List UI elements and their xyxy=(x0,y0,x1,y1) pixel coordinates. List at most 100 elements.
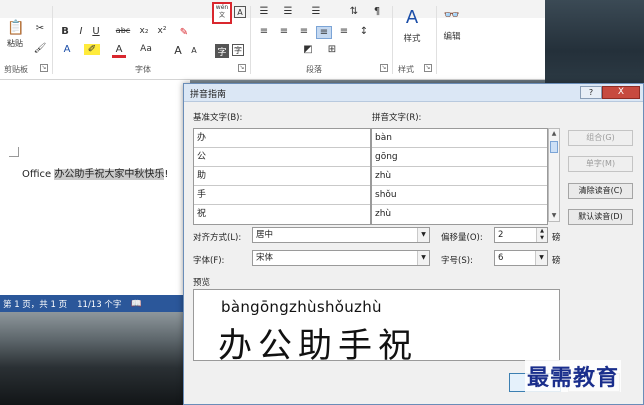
format-painter-icon[interactable]: 🖌 xyxy=(34,42,47,54)
base-text-field[interactable]: 公 xyxy=(194,148,370,167)
ruby-text-field[interactable]: zhù xyxy=(372,167,547,186)
status-bar: 第 1 页，共 1 页 11/13 个字 📖 xyxy=(0,295,190,312)
size-value: 6 xyxy=(498,253,504,263)
justify-icon[interactable]: ≡ xyxy=(316,26,332,39)
align-left-icon[interactable]: ≡ xyxy=(256,26,272,37)
character-border-icon[interactable]: A xyxy=(234,6,246,18)
phonetic-guide-dialog: 拼音指南 ? X 基准文字(B): 拼音文字(R): 办 公 助 手 祝 bàn… xyxy=(183,83,644,405)
ribbon: 📋 粘贴 ✂ 🖌 剪贴板 ↘ B I U abc x₂ x² ✎ A ✐ A A… xyxy=(0,0,545,80)
margin-corner-mark xyxy=(9,147,19,157)
superscript-button[interactable]: x² xyxy=(156,26,168,36)
paste-icon[interactable]: 📋 xyxy=(4,18,28,38)
group-clipboard-label: 剪贴板 xyxy=(4,65,28,74)
doc-text-prefix: Office xyxy=(22,169,55,180)
ruby-text-list: bàn gōng zhù shǒu zhù xyxy=(371,128,548,225)
group-separator xyxy=(52,6,53,74)
binoculars-icon[interactable]: 👓 xyxy=(442,6,462,24)
alignment-select[interactable]: 居中 ▼ xyxy=(252,227,430,243)
styles-launcher-icon[interactable]: ↘ xyxy=(424,64,432,72)
base-text-list: 办 公 助 手 祝 xyxy=(193,128,371,225)
base-text-field[interactable]: 手 xyxy=(194,186,370,205)
underline-button[interactable]: U xyxy=(91,26,101,37)
offset-unit: 磅 xyxy=(552,233,561,243)
dialog-titlebar[interactable]: 拼音指南 ? X xyxy=(184,84,643,102)
character-shading-icon[interactable]: 字 xyxy=(215,44,229,58)
highlight-icon[interactable]: ✐ xyxy=(84,44,100,55)
default-reading-button[interactable]: 默认读音(D) xyxy=(568,209,633,225)
document-text-line[interactable]: Office 办公助手祝大家中秋快乐! xyxy=(22,165,168,180)
clear-reading-button[interactable]: 清除读音(C) xyxy=(568,183,633,199)
watermark-logo: 最需教育 xyxy=(525,360,622,392)
ruby-text-header: 拼音文字(R): xyxy=(372,113,422,123)
align-center-icon[interactable]: ≡ xyxy=(276,26,292,37)
close-button[interactable]: X xyxy=(602,86,640,99)
strikethrough-button[interactable]: abc xyxy=(114,26,132,35)
shading-icon[interactable]: ◩ xyxy=(300,44,316,55)
status-page-count[interactable]: 第 1 页，共 1 页 xyxy=(3,298,67,310)
scroll-thumb[interactable] xyxy=(550,141,558,153)
chevron-down-icon[interactable]: ▼ xyxy=(417,251,429,265)
preview-box: bàngōngzhùshǒuzhù 办公助手祝 xyxy=(193,289,560,366)
preview-text: 办公助手祝 xyxy=(218,326,418,366)
clipboard-launcher-icon[interactable]: ↘ xyxy=(40,64,48,72)
chevron-down-icon[interactable]: ▼ xyxy=(417,228,429,242)
italic-button[interactable]: I xyxy=(76,26,86,37)
font-select[interactable]: 宋体 ▼ xyxy=(252,250,430,266)
status-word-count[interactable]: 11/13 个字 xyxy=(77,298,121,310)
group-button[interactable]: 组合(G) xyxy=(568,130,633,146)
spin-arrows-icon[interactable]: ▲ ▼ xyxy=(536,228,547,242)
text-effects-icon[interactable]: A xyxy=(60,44,74,55)
enclose-characters-icon[interactable]: 字 xyxy=(232,44,244,56)
ruby-text-field[interactable]: zhù xyxy=(372,205,547,224)
styles-icon[interactable]: A xyxy=(400,6,424,28)
multilevel-list-icon[interactable]: ☰ xyxy=(308,6,324,17)
font-value: 宋体 xyxy=(256,253,274,263)
numbering-icon[interactable]: ☰ xyxy=(280,6,296,17)
document-page[interactable]: Office 办公助手祝大家中秋快乐! xyxy=(0,80,190,295)
bold-button[interactable]: B xyxy=(60,26,70,37)
desktop-wallpaper-lower xyxy=(0,312,190,405)
subscript-button[interactable]: x₂ xyxy=(138,26,150,36)
font-launcher-icon[interactable]: ↘ xyxy=(238,64,246,72)
styles-button-label[interactable]: 样式 xyxy=(398,32,426,44)
base-text-field[interactable]: 助 xyxy=(194,167,370,186)
chevron-down-icon[interactable]: ▼ xyxy=(535,251,547,265)
size-select[interactable]: 6 ▼ xyxy=(494,250,548,266)
doc-text-selected[interactable]: 办公助手祝大家中秋快乐 xyxy=(54,169,165,180)
doc-text-suffix: ! xyxy=(164,169,169,180)
ruby-text-field[interactable]: bàn xyxy=(372,129,547,148)
ruby-text-field[interactable]: shǒu xyxy=(372,186,547,205)
scroll-down-icon[interactable]: ▼ xyxy=(549,211,559,221)
sort-icon[interactable]: ⇅ xyxy=(346,6,362,17)
borders-icon[interactable]: ⊞ xyxy=(324,44,340,55)
base-text-field[interactable]: 办 xyxy=(194,129,370,148)
offset-stepper[interactable]: 2 ▲ ▼ xyxy=(494,227,548,243)
shrink-font-button[interactable]: A xyxy=(188,46,200,55)
paste-label: 粘贴 xyxy=(7,38,23,48)
change-case-button[interactable]: Aa xyxy=(136,44,156,54)
single-char-button[interactable]: 单字(M) xyxy=(568,156,633,172)
group-font-label: 字体 xyxy=(135,65,151,74)
cut-icon[interactable]: ✂ xyxy=(34,22,46,34)
ribbon-tab-strip xyxy=(0,0,545,18)
edit-button-label[interactable]: 编辑 xyxy=(440,30,464,42)
clear-format-icon[interactable]: ✎ xyxy=(176,24,192,40)
base-text-field[interactable]: 祝 xyxy=(194,205,370,224)
grow-font-button[interactable]: A xyxy=(172,44,184,57)
alignment-label: 对齐方式(L): xyxy=(193,233,242,243)
help-button[interactable]: ? xyxy=(580,86,602,99)
distributed-icon[interactable]: ≡ xyxy=(336,26,352,37)
line-spacing-icon[interactable]: ↕ xyxy=(356,26,372,37)
bullets-icon[interactable]: ☰ xyxy=(256,6,272,17)
ruby-text-field[interactable]: gōng xyxy=(372,148,547,167)
list-scrollbar[interactable]: ▲ ▼ xyxy=(548,128,560,222)
font-color-icon[interactable]: A xyxy=(112,44,126,58)
proofing-icon[interactable]: 📖 xyxy=(131,299,142,309)
phonetic-guide-button[interactable]: wén 文 xyxy=(212,2,232,24)
preview-label: 预览 xyxy=(193,278,211,288)
paragraph-launcher-icon[interactable]: ↘ xyxy=(380,64,388,72)
phonetic-guide-icon: wén 文 xyxy=(215,4,229,19)
align-right-icon[interactable]: ≡ xyxy=(296,26,312,37)
show-marks-icon[interactable]: ¶ xyxy=(370,6,384,17)
scroll-up-icon[interactable]: ▲ xyxy=(549,129,559,139)
